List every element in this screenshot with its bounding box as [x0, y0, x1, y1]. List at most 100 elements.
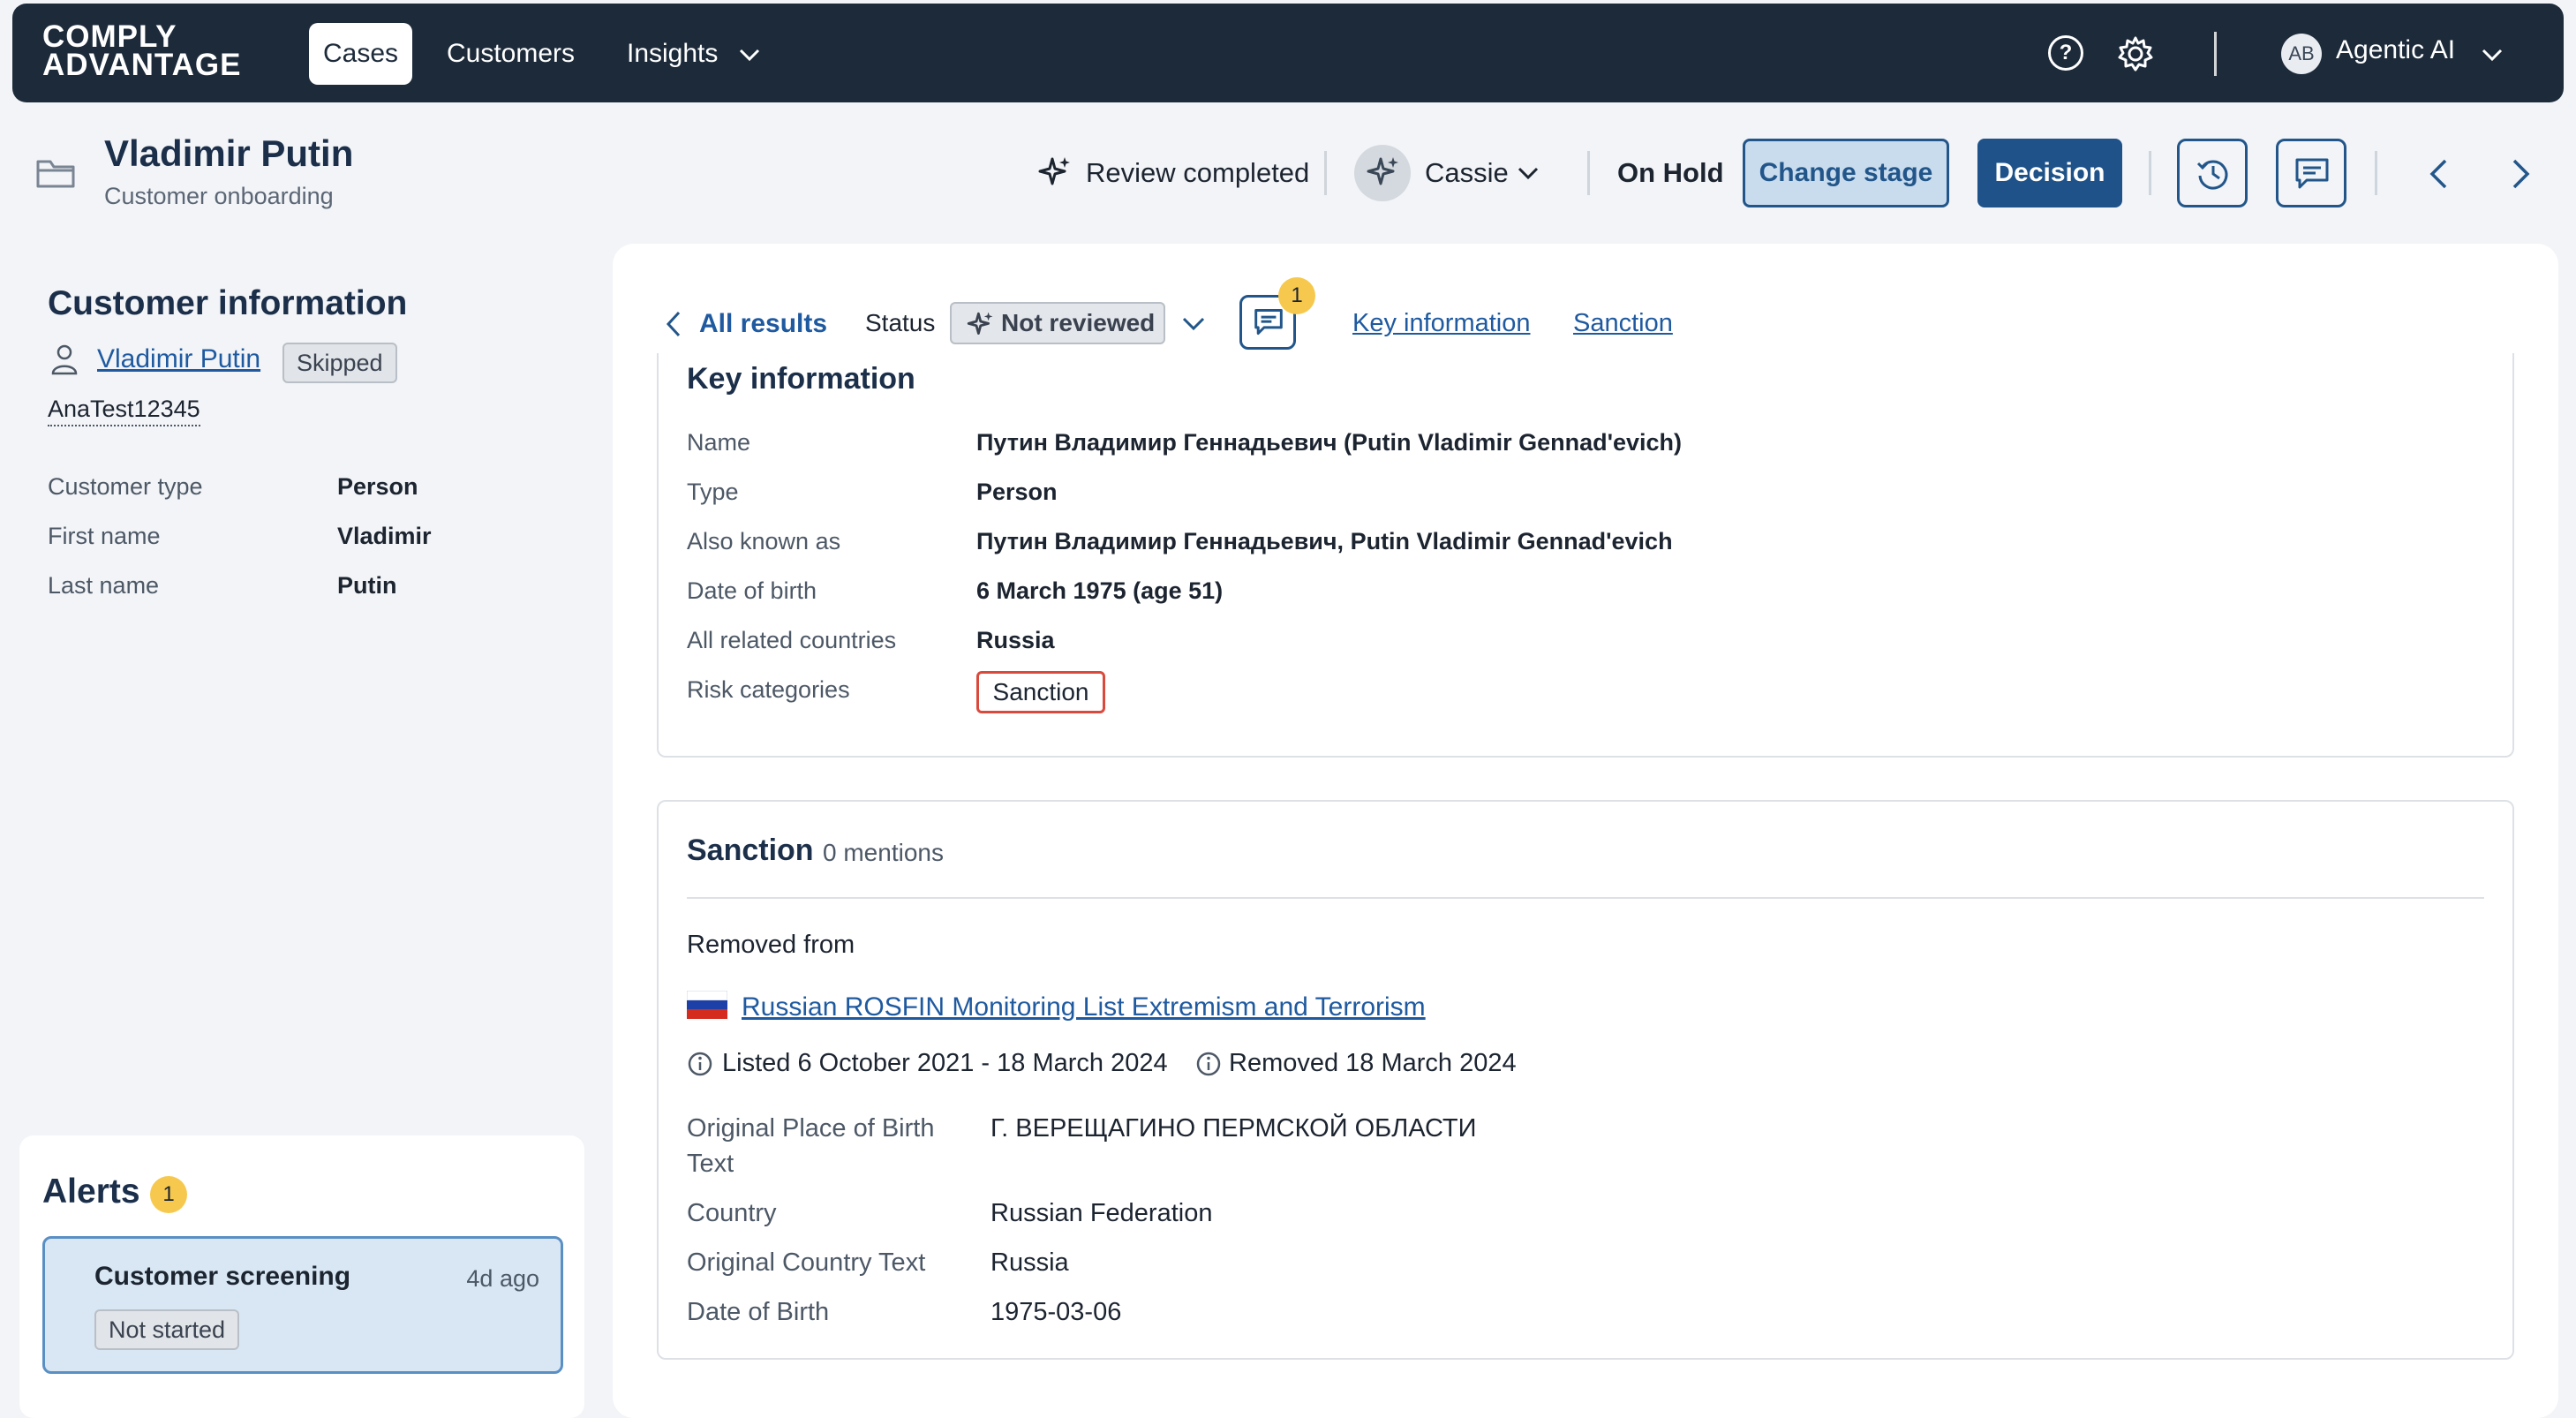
key-info-label: Risk categories	[687, 676, 850, 703]
sanction-detail-label-line: Original Place of Birth	[687, 1114, 935, 1143]
header-separator	[1324, 151, 1327, 195]
assignee-name[interactable]: Cassie	[1425, 157, 1509, 189]
help-icon[interactable]: ?	[2048, 35, 2083, 71]
person-icon	[51, 344, 78, 375]
alert-item[interactable]: Customer screening 4d ago Not started	[42, 1236, 563, 1374]
key-info-value: Путин Владимир Геннадьевич (Putin Vladim…	[976, 429, 1683, 456]
info-icon	[688, 1052, 712, 1076]
nav-tab-customers[interactable]: Customers	[433, 23, 589, 85]
chevron-down-icon[interactable]	[1181, 316, 1206, 332]
anchor-link-key-information[interactable]: Key information	[1352, 309, 1531, 338]
status-select[interactable]: Not reviewed	[950, 302, 1165, 344]
sanction-mentions: 0 mentions	[823, 839, 944, 866]
key-info-value: 6 March 1975 (age 51)	[976, 577, 1224, 604]
status-label: Status	[865, 309, 936, 336]
folder-icon	[36, 160, 75, 188]
assignee-avatar[interactable]	[1354, 145, 1411, 201]
field-label: First name	[48, 523, 161, 549]
stage-label: On Hold	[1617, 157, 1724, 188]
customer-name-status-badge: Skipped	[282, 343, 397, 383]
change-stage-button[interactable]: Change stage	[1743, 139, 1949, 207]
chevron-down-icon[interactable]	[1517, 166, 1540, 180]
field-label: Customer type	[48, 473, 203, 500]
customer-id[interactable]: AnaTest12345	[48, 396, 200, 426]
alerts-panel: Alerts 1 Customer screening 4d ago Not s…	[19, 1135, 584, 1418]
key-info-value: Person	[976, 479, 1058, 505]
alerts-heading: Alerts	[42, 1173, 140, 1211]
status-value: Not reviewed	[1001, 309, 1156, 336]
sanction-heading: Sanction	[687, 833, 814, 867]
key-info-label: Date of birth	[687, 577, 817, 604]
key-information-card	[657, 353, 2514, 758]
chevron-down-icon[interactable]	[2481, 48, 2504, 62]
key-info-label: All related countries	[687, 627, 897, 653]
comment-icon	[1254, 309, 1283, 336]
removed-date: Removed 18 March 2024	[1229, 1049, 1517, 1077]
key-info-value: Путин Владимир Геннадьевич, Putin Vladim…	[976, 528, 1673, 554]
sanction-card	[657, 800, 2514, 1360]
sanction-detail-value: Russia	[990, 1248, 1069, 1277]
user-avatar[interactable]: AB	[2281, 34, 2322, 74]
header-separator	[2149, 151, 2151, 195]
field-value: Vladimir	[337, 523, 432, 549]
field-label: Last name	[48, 572, 160, 599]
user-name[interactable]: Agentic AI	[2336, 35, 2455, 65]
alerts-count-badge: 1	[150, 1176, 187, 1213]
review-status: Review completed	[1086, 157, 1310, 188]
logo[interactable]: COMPLY ADVANTAGE	[42, 21, 242, 82]
russia-flag-icon	[687, 991, 727, 1019]
header-separator	[2375, 151, 2377, 195]
sanction-detail-label: Original Country Text	[687, 1248, 926, 1277]
sanction-detail-value: Г. ВЕРЕЩАГИНО ПЕРМСКОЙ ОБЛАСТИ	[990, 1114, 1477, 1143]
key-info-label: Also known as	[687, 528, 841, 554]
chevron-left-icon[interactable]	[2426, 157, 2451, 191]
customer-info-heading: Customer information	[48, 284, 408, 322]
key-information-heading: Key information	[687, 362, 915, 396]
decision-button[interactable]: Decision	[1977, 139, 2122, 207]
alert-status-badge: Not started	[94, 1309, 240, 1350]
chevron-left-icon[interactable]	[664, 309, 683, 339]
alert-age: 4d ago	[466, 1265, 539, 1292]
header-separator	[1587, 151, 1590, 195]
case-title: Vladimir Putin	[104, 132, 354, 174]
history-icon	[2196, 160, 2228, 190]
top-nav-bar: COMPLY ADVANTAGE Cases Customers Insight…	[12, 4, 2564, 102]
comment-count-badge: 1	[1278, 277, 1315, 314]
info-icon	[1196, 1052, 1221, 1076]
sanction-detail-value: Russian Federation	[990, 1199, 1213, 1227]
alert-title: Customer screening	[94, 1262, 351, 1291]
sanction-detail-label: Original Place of Birth Text	[687, 1111, 934, 1181]
risk-category-tag: Sanction	[976, 671, 1105, 713]
nav-divider	[2214, 32, 2217, 76]
comments-button[interactable]	[2276, 139, 2346, 207]
key-info-value: Russia	[976, 627, 1055, 653]
field-value: Person	[337, 473, 418, 500]
listed-dates: Listed 6 October 2021 - 18 March 2024	[722, 1049, 1168, 1077]
nav-tab-insights[interactable]: Insights	[613, 23, 775, 85]
all-results-link[interactable]: All results	[699, 309, 827, 339]
field-value: Putin	[337, 572, 397, 599]
anchor-link-sanction[interactable]: Sanction	[1573, 309, 1673, 338]
key-info-label: Type	[687, 479, 739, 505]
sanction-list-link[interactable]: Russian ROSFIN Monitoring List Extremism…	[742, 992, 1426, 1022]
case-subtitle: Customer onboarding	[104, 183, 334, 209]
nav-tab-cases[interactable]: Cases	[309, 23, 413, 85]
customer-name-link[interactable]: Vladimir Putin	[97, 344, 260, 374]
sanction-detail-label-line: Text	[687, 1150, 734, 1178]
sanction-divider	[687, 897, 2484, 899]
sparkle-icon	[1038, 157, 1070, 185]
chevron-right-icon[interactable]	[2509, 157, 2534, 191]
removed-from-label: Removed from	[687, 931, 855, 959]
nav-tab-insights-label: Insights	[627, 39, 719, 68]
comment-icon	[2295, 158, 2329, 189]
history-button[interactable]	[2177, 139, 2248, 207]
sparkle-icon	[967, 312, 993, 335]
sanction-detail-label: Country	[687, 1199, 777, 1227]
key-info-label: Name	[687, 429, 751, 456]
sanction-detail-value: 1975-03-06	[990, 1298, 1122, 1326]
sparkle-icon	[1367, 157, 1398, 185]
logo-line-2: ADVANTAGE	[42, 48, 242, 82]
settings-gear-icon[interactable]	[2117, 35, 2154, 72]
chevron-down-icon	[739, 49, 759, 62]
sanction-detail-label: Date of Birth	[687, 1298, 830, 1326]
